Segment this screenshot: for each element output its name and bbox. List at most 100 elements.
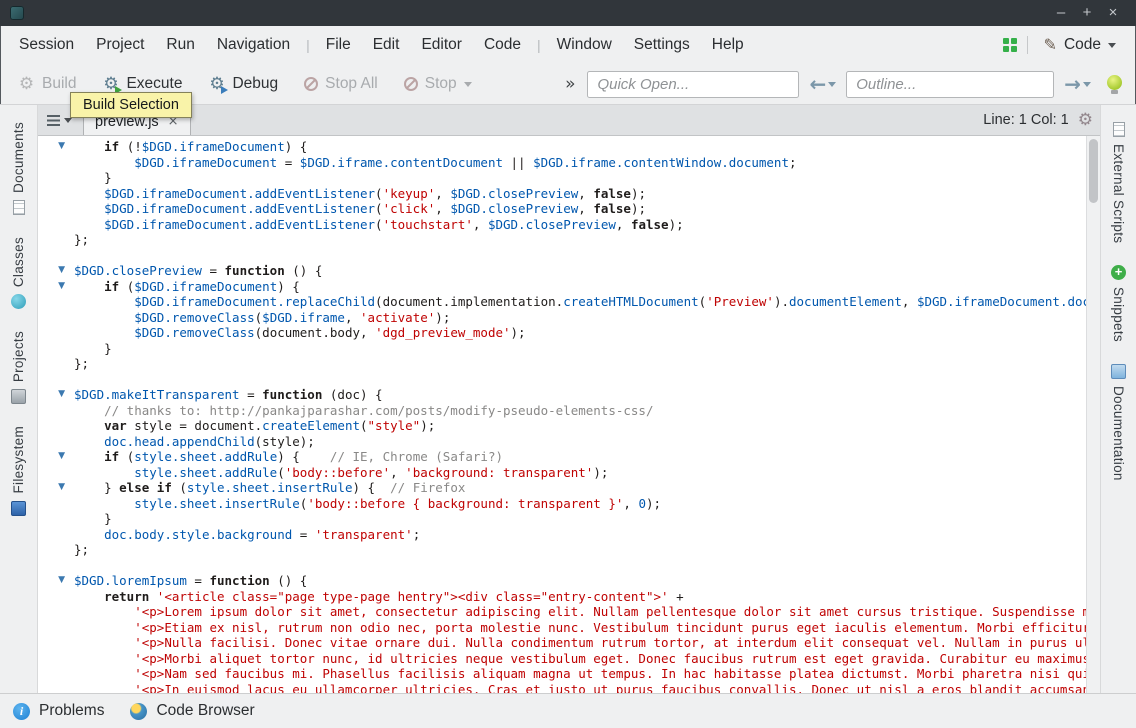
fold-gutter <box>38 372 74 388</box>
fold-gutter <box>38 341 74 357</box>
cursor-position-status: Line: 1 Col: 1 <box>983 112 1068 128</box>
area-grid-icon[interactable] <box>1003 38 1017 52</box>
code-text: if (style.sheet.addRule) { // IE, Chrome… <box>74 449 1086 465</box>
code-text: '<p>Morbi aliquet tortor nunc, id ultric… <box>74 651 1086 667</box>
menu-window[interactable]: Window <box>546 30 623 60</box>
code-text: $DGD.closePreview = function () { <box>74 263 1086 279</box>
code-browser-icon <box>130 703 147 720</box>
code-line: doc.body.style.background = 'transparent… <box>38 527 1086 543</box>
scrollbar-thumb[interactable] <box>1089 139 1098 203</box>
toolbar-button-label: Debug <box>232 75 278 93</box>
dock-label: Classes <box>11 237 26 287</box>
stop-button[interactable]: Stop <box>396 70 480 98</box>
fold-marker-icon[interactable]: ▼ <box>38 573 74 589</box>
quick-open-input[interactable] <box>587 71 799 98</box>
code-text: if ($DGD.iframeDocument) { <box>74 279 1086 295</box>
dock-classes[interactable]: Classes <box>11 226 26 320</box>
code-line: ▼$DGD.loremIpsum = function () { <box>38 573 1086 589</box>
menu-navigation[interactable]: Navigation <box>206 30 301 60</box>
code-line <box>38 248 1086 264</box>
fold-marker-icon[interactable]: ▼ <box>38 387 74 403</box>
maximize-button[interactable]: + <box>1074 0 1100 26</box>
code-text: if (!$DGD.iframeDocument) { <box>74 139 1086 155</box>
close-button[interactable]: × <box>1100 0 1126 26</box>
fold-gutter <box>38 511 74 527</box>
window-controls: –+× <box>1048 0 1126 26</box>
fold-gutter <box>38 496 74 512</box>
menu-edit[interactable]: Edit <box>362 30 411 60</box>
code-text: '<p>In euismod lacus eu ullamcorper ultr… <box>74 682 1086 694</box>
navigate-forward-button[interactable]: → <box>1060 72 1095 96</box>
code-line: ▼ if (!$DGD.iframeDocument) { <box>38 139 1086 155</box>
code-line: ▼ } else if (style.sheet.insertRule) { /… <box>38 480 1086 496</box>
menu-file[interactable]: File <box>315 30 362 60</box>
code-line: ▼$DGD.closePreview = function () { <box>38 263 1086 279</box>
code-text: $DGD.iframeDocument = $DGD.iframe.conten… <box>74 155 1086 171</box>
toolbar-overflow-button[interactable]: » <box>559 74 581 94</box>
code-browser-button[interactable]: Code Browser <box>130 702 254 720</box>
fold-gutter <box>38 604 74 620</box>
problems-button[interactable]: Problems <box>13 702 104 720</box>
chevron-down-icon <box>64 118 72 123</box>
dock-projects[interactable]: Projects <box>11 320 26 415</box>
code-line <box>38 372 1086 388</box>
menu-session[interactable]: Session <box>8 30 85 60</box>
dock-filesystem[interactable]: Filesystem <box>11 415 26 527</box>
dock-documentation[interactable]: Documentation <box>1111 353 1126 492</box>
code-line: $DGD.iframeDocument.addEventListener('to… <box>38 217 1086 233</box>
menu-project[interactable]: Project <box>85 30 155 60</box>
code-text: style.sheet.addRule('body::before', 'bac… <box>74 465 1086 481</box>
editor[interactable]: ▼ if (!$DGD.iframeDocument) { $DGD.ifram… <box>38 136 1100 693</box>
projects-icon <box>11 389 26 404</box>
lightbulb-icon[interactable] <box>1107 75 1122 90</box>
code-line: style.sheet.addRule('body::before', 'bac… <box>38 465 1086 481</box>
fold-marker-icon[interactable]: ▼ <box>38 480 74 496</box>
code-text: var style = document.createElement("styl… <box>74 418 1086 434</box>
code-line: $DGD.iframeDocument.addEventListener('ke… <box>38 186 1086 202</box>
fold-marker-icon[interactable]: ▼ <box>38 263 74 279</box>
code-line: style.sheet.insertRule('body::before { b… <box>38 496 1086 512</box>
dock-documents[interactable]: Documents <box>11 111 26 226</box>
code-line: var style = document.createElement("styl… <box>38 418 1086 434</box>
menu-run[interactable]: Run <box>155 30 205 60</box>
code-text: $DGD.iframeDocument.addEventListener('ke… <box>74 186 1086 202</box>
outline-input[interactable] <box>846 71 1054 98</box>
dock-snippets[interactable]: Snippets <box>1111 254 1126 353</box>
menubar-right-separator <box>1027 36 1028 54</box>
snippets-icon <box>1111 265 1126 280</box>
debug-button[interactable]: Debug <box>200 70 286 98</box>
code-text <box>74 558 1086 574</box>
menu-editor[interactable]: Editor <box>410 30 473 60</box>
toolbar-button-label: Build <box>42 75 76 93</box>
menu-code[interactable]: Code <box>473 30 532 60</box>
vertical-scrollbar[interactable] <box>1086 136 1100 693</box>
menubar-separator: | <box>301 37 315 53</box>
code-line: $DGD.removeClass($DGD.iframe, 'activate'… <box>38 310 1086 326</box>
tab-bar: preview.js × Line: 1 Col: 1 <box>38 105 1100 136</box>
code-text: } else if (style.sheet.insertRule) { // … <box>74 480 1086 496</box>
code-line: $DGD.removeClass(document.body, 'dgd_pre… <box>38 325 1086 341</box>
code-text <box>74 248 1086 264</box>
fold-marker-icon[interactable]: ▼ <box>38 139 74 155</box>
fold-gutter <box>38 155 74 171</box>
code-text: $DGD.makeItTransparent = function (doc) … <box>74 387 1086 403</box>
fold-gutter <box>38 248 74 264</box>
code-text: $DGD.iframeDocument.addEventListener('to… <box>74 217 1086 233</box>
dock-label: Snippets <box>1111 287 1126 342</box>
fold-gutter <box>38 356 74 372</box>
fold-gutter <box>38 217 74 233</box>
navigate-back-button[interactable]: ← <box>805 72 840 96</box>
toolbar-button-label: Stop <box>425 75 457 93</box>
area-switcher-button[interactable]: Code <box>1038 31 1122 59</box>
minimize-button[interactable]: – <box>1048 0 1074 26</box>
menu-help[interactable]: Help <box>701 30 755 60</box>
chevron-down-icon <box>1108 43 1116 48</box>
menu-settings[interactable]: Settings <box>623 30 701 60</box>
stop-all-button[interactable]: Stop All <box>296 70 386 98</box>
dock-external-scripts[interactable]: External Scripts <box>1111 111 1126 254</box>
code-text: style.sheet.insertRule('body::before { b… <box>74 496 1086 512</box>
gear-icon[interactable] <box>1078 112 1093 129</box>
fold-marker-icon[interactable]: ▼ <box>38 449 74 465</box>
fold-marker-icon[interactable]: ▼ <box>38 279 74 295</box>
code-line: '<p>Morbi aliquet tortor nunc, id ultric… <box>38 651 1086 667</box>
